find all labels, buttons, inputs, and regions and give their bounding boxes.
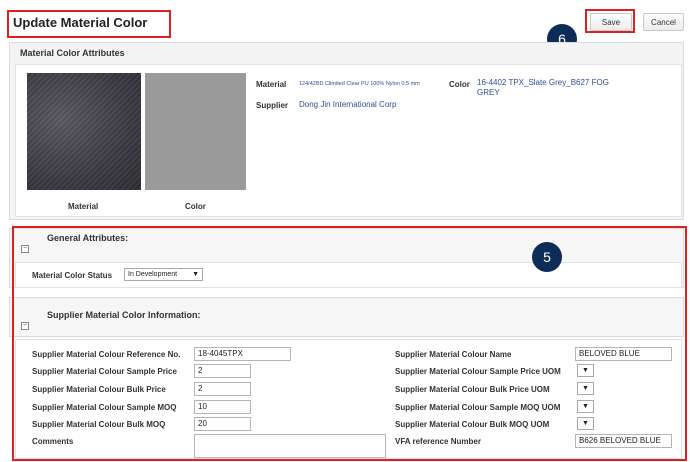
- color-label: Color: [449, 80, 470, 89]
- save-button[interactable]: Save: [590, 13, 632, 31]
- material-label: Material: [256, 80, 287, 89]
- supplier-link[interactable]: Dong Jin International Corp: [299, 100, 396, 109]
- color-link[interactable]: 16-4402 TPX_Slate Grey_B627 FOG GREY: [477, 78, 617, 98]
- color-swatch: [145, 73, 246, 190]
- attributes-heading: Material Color Attributes: [20, 48, 125, 58]
- material-image: [27, 73, 141, 190]
- cancel-button[interactable]: Cancel: [643, 13, 684, 31]
- section-highlight-box: [12, 226, 687, 461]
- material-caption: Material: [68, 202, 99, 211]
- material-link[interactable]: 124/42BD Climited Clear PU 100% Nylon 0.…: [299, 81, 420, 87]
- color-caption: Color: [185, 202, 206, 211]
- supplier-label: Supplier: [256, 101, 289, 110]
- step-badge-5: 5: [532, 242, 562, 272]
- page-title: Update Material Color: [13, 15, 148, 30]
